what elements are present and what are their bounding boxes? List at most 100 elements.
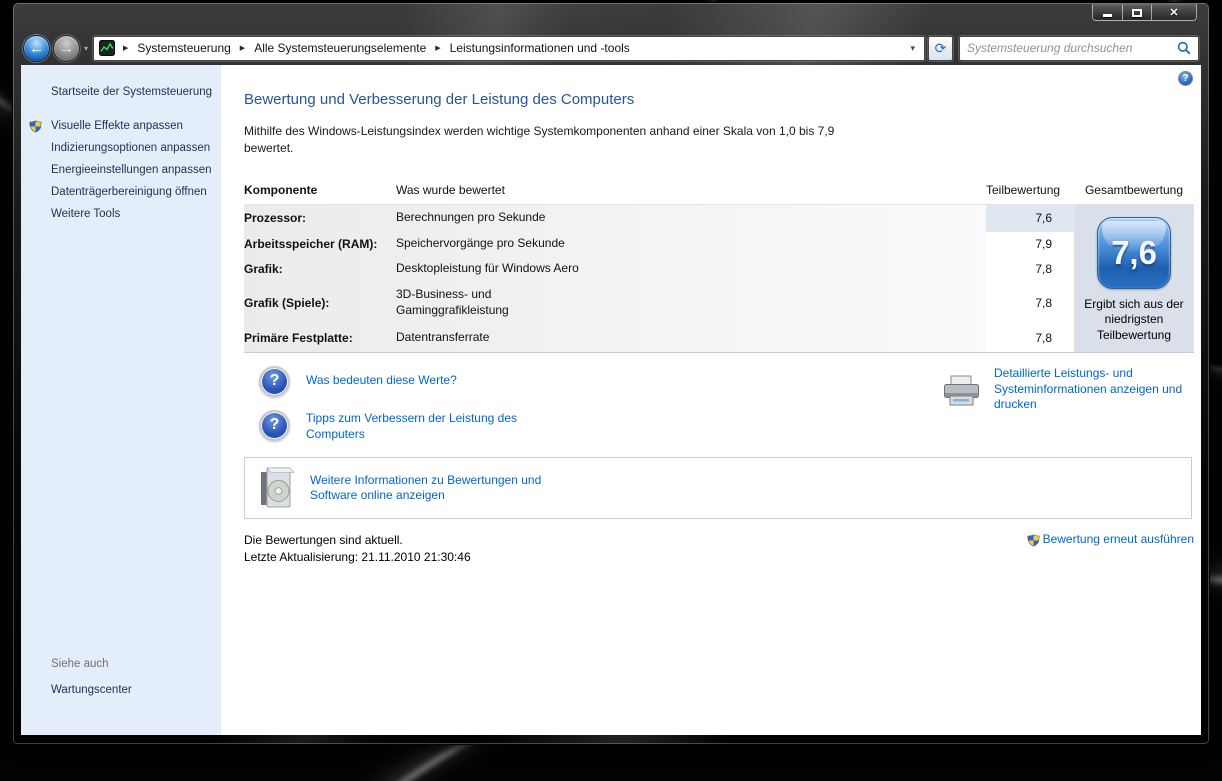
header-teilbewertung: Teilbewertung xyxy=(986,182,1061,197)
component-cell: Arbeitsspeicher (RAM): xyxy=(244,237,378,252)
sidebar-item-startseite[interactable]: Startseite der Systemsteuerung xyxy=(21,81,221,103)
sidebar-item-datentraegerbereinigung[interactable]: Datenträgerbereinigung öffnen xyxy=(21,181,221,203)
score-cell: 7,8 xyxy=(986,256,1074,282)
navigation-bar: ← → ▾ ▶ Systemsteuerung ▶ Alle Systemste… xyxy=(13,31,1209,65)
score-cell: 7,8 xyxy=(986,323,1074,352)
base-score-caption: Ergibt sich aus der niedrigsten Teilbewe… xyxy=(1084,296,1184,342)
assessed-cell: Speichervorgänge pro Sekunde xyxy=(396,236,565,251)
score-cell: 7,9 xyxy=(986,231,1074,257)
overall-score-panel: 7,6 Ergibt sich aus der niedrigsten Teil… xyxy=(1074,204,1194,352)
component-cell: Prozessor: xyxy=(244,211,307,226)
forward-button: → xyxy=(53,34,80,62)
uac-shield-icon xyxy=(29,120,42,133)
minimize-button[interactable] xyxy=(1092,4,1123,21)
refresh-icon: ⟳ xyxy=(934,39,947,56)
sidebar-item-label: Datenträgerbereinigung öffnen xyxy=(51,186,207,198)
search-icon xyxy=(1177,41,1191,55)
breadcrumb-alle-elemente[interactable]: Alle Systemsteuerungselemente xyxy=(251,39,429,57)
address-dropdown-icon[interactable]: ▾ xyxy=(906,43,919,54)
links-row: ? Was bedeuten diese Werte? ? Tipps zum … xyxy=(244,365,1194,443)
control-panel-app-icon[interactable] xyxy=(99,40,116,56)
see-also-header: Siehe auch xyxy=(51,658,109,670)
assessed-cell: Berechnungen pro Sekunde xyxy=(396,210,546,225)
header-komponente: Komponente xyxy=(244,182,318,197)
close-button[interactable]: ✕ xyxy=(1152,4,1197,21)
status-row: Die Bewertungen sind aktuell. Letzte Akt… xyxy=(244,532,1194,564)
status-text: Die Bewertungen sind aktuell. Letzte Akt… xyxy=(244,532,471,564)
breadcrumb-leistungsinfo[interactable]: Leistungsinformationen und -tools xyxy=(447,39,633,57)
status-line-current: Die Bewertungen sind aktuell. xyxy=(244,533,403,548)
table-row: Grafik: Desktopleistung für Windows Aero… xyxy=(244,256,1074,282)
base-score-value: 7,6 xyxy=(1111,233,1157,271)
link-label: Tipps zum Verbessern der Leistung des Co… xyxy=(306,410,518,441)
titlebar[interactable]: ✕ xyxy=(13,3,1209,31)
explorer-window: ✕ ← → ▾ ▶ Systemsteuerung ▶ Alle Systems… xyxy=(12,2,1210,745)
minimize-icon xyxy=(1103,13,1112,17)
component-cell: Grafik: xyxy=(244,262,283,277)
breadcrumb-separator-icon[interactable]: ▶ xyxy=(429,44,446,52)
search-input[interactable] xyxy=(967,41,1173,55)
sidebar-item-label: Energieeinstellungen anpassen xyxy=(51,164,212,176)
sidebar-item-label: Weitere Tools xyxy=(51,208,121,220)
score-cell: 7,6 xyxy=(986,204,1074,232)
help-links: ? Was bedeuten diese Werte? ? Tipps zum … xyxy=(259,365,534,443)
recent-pages-dropdown[interactable]: ▾ xyxy=(80,44,93,53)
table-row: Primäre Festplatte: Datentransferrate 7,… xyxy=(244,323,1074,352)
component-cell: Grafik (Spiele): xyxy=(244,295,330,310)
help-button[interactable]: ? xyxy=(1178,71,1193,86)
software-box-icon xyxy=(257,465,299,511)
sidebar-item-wartungscenter[interactable]: Wartungscenter xyxy=(21,679,221,701)
search-box xyxy=(959,35,1199,61)
sidebar-item-label: Visuelle Effekte anpassen xyxy=(51,120,183,132)
breadcrumb-separator-icon[interactable]: ▶ xyxy=(117,44,134,52)
sidebar-item-weitere-tools[interactable]: Weitere Tools xyxy=(21,203,221,225)
sidebar-item-energieeinstellungen[interactable]: Energieeinstellungen anpassen xyxy=(21,159,221,181)
link-tipps-verbessern[interactable]: ? Tipps zum Verbessern der Leistung des … xyxy=(259,409,534,443)
link-detaillierte-informationen[interactable]: Detaillierte Leistungs- und Systeminform… xyxy=(942,366,1194,443)
desktop: ✕ ← → ▾ ▶ Systemsteuerung ▶ Alle Systems… xyxy=(0,0,1222,781)
help-icon: ? xyxy=(1182,73,1189,84)
link-label: Weitere Informationen zu Bewertungen und… xyxy=(310,472,542,503)
back-button[interactable]: ← xyxy=(23,34,50,62)
sidebar-item-visuelle-effekte[interactable]: Visuelle Effekte anpassen xyxy=(21,115,221,137)
assessed-cell: 3D-Business- und Gaminggrafikleistung xyxy=(396,287,509,317)
performance-table: Komponente Was wurde bewertet Teilbewert… xyxy=(244,183,1194,353)
maximize-button[interactable] xyxy=(1123,4,1152,21)
refresh-button[interactable]: ⟳ xyxy=(928,35,953,61)
see-also-section: Siehe auch Wartungscenter xyxy=(21,653,221,701)
sidebar-item-indizierungsoptionen[interactable]: Indizierungsoptionen anpassen xyxy=(21,137,221,159)
assessed-cell: Datentransferrate xyxy=(396,329,490,344)
score-cell: 7,8 xyxy=(986,281,1074,324)
question-icon: ? xyxy=(259,365,290,397)
table-row: Prozessor: Berechnungen pro Sekunde 7,6 xyxy=(244,204,1074,232)
link-label: Detaillierte Leistungs- und Systeminform… xyxy=(994,365,1183,412)
question-icon: ? xyxy=(259,409,290,441)
table-row: Grafik (Spiele): 3D-Business- und Gaming… xyxy=(244,281,1074,324)
table-row: Arbeitsspeicher (RAM): Speichervorgänge … xyxy=(244,231,1074,257)
question-glyph: ? xyxy=(269,416,280,434)
uac-shield-icon xyxy=(1027,534,1040,547)
window-controls: ✕ xyxy=(1092,4,1197,21)
sidebar-item-label: Wartungscenter xyxy=(51,684,132,696)
breadcrumb-systemsteuerung[interactable]: Systemsteuerung xyxy=(134,39,233,57)
question-glyph: ? xyxy=(269,372,280,390)
back-icon: ← xyxy=(29,39,44,57)
intro-text: Mithilfe des Windows-Leistungsindex werd… xyxy=(244,124,835,156)
link-bewertung-erneut-ausfuehren[interactable]: Bewertung erneut ausführen xyxy=(1027,532,1194,548)
breadcrumb-separator-icon[interactable]: ▶ xyxy=(234,44,251,52)
status-line-updated: Letzte Aktualisierung: 21.11.2010 21:30:… xyxy=(244,549,471,564)
sidebar-item-label: Startseite der Systemsteuerung xyxy=(51,86,213,98)
link-weitere-informationen-online[interactable]: Weitere Informationen zu Bewertungen und… xyxy=(244,457,1192,520)
forward-icon: → xyxy=(59,39,74,57)
assessed-cell: Desktopleistung für Windows Aero xyxy=(396,261,579,276)
address-bar[interactable]: ▶ Systemsteuerung ▶ Alle Systemsteuerung… xyxy=(93,35,925,61)
table-body: Prozessor: Berechnungen pro Sekunde 7,6 … xyxy=(244,203,1194,353)
link-was-bedeuten-werte[interactable]: ? Was bedeuten diese Werte? xyxy=(259,365,534,397)
base-score-badge: 7,6 xyxy=(1097,216,1171,289)
close-icon: ✕ xyxy=(1169,7,1179,19)
header-was-wurde-bewertet: Was wurde bewertet xyxy=(396,182,505,197)
main-content: ? Bewertung und Verbesserung der Leistun… xyxy=(221,65,1201,735)
page-title: Bewertung und Verbesserung der Leistung … xyxy=(244,91,635,108)
table-header: Komponente Was wurde bewertet Teilbewert… xyxy=(244,183,1194,204)
maximize-icon xyxy=(1132,8,1142,17)
